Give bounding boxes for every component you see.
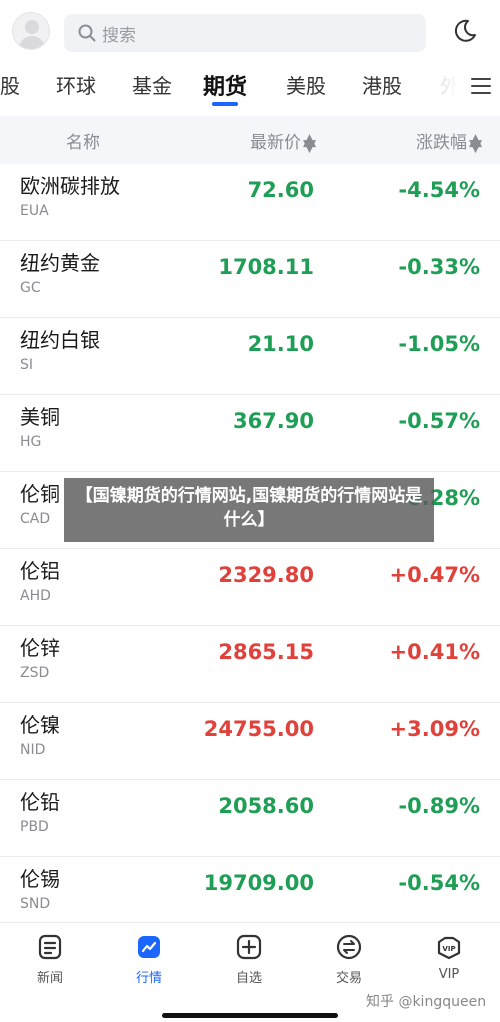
quote-change: -1.05% xyxy=(398,332,480,356)
bottom-nav: 新闻 行情 自选 交易 VIP VIP 知乎 @kingqueen xyxy=(0,922,500,1022)
quote-price: 2058.60 xyxy=(218,794,314,818)
quote-name: 伦铜 xyxy=(20,482,60,506)
tab-futures[interactable]: 期货 xyxy=(203,69,247,101)
search-placeholder: 搜索 xyxy=(102,25,136,46)
quote-price: 24755.00 xyxy=(203,717,314,741)
quote-row[interactable]: 纽约白银 SI 21.10 -1.05% xyxy=(0,318,500,395)
quote-change: +0.47% xyxy=(389,563,480,587)
quote-change: +3.09% xyxy=(389,717,480,741)
quote-price: 2865.15 xyxy=(218,640,314,664)
tab-fade xyxy=(418,64,470,108)
quote-name: 纽约白银 xyxy=(20,328,100,352)
quote-name: 伦铅 xyxy=(20,790,60,814)
column-header: 名称 最新价 ▲ ▼ 涨跌幅 ▲ ▼ xyxy=(0,116,500,164)
quote-change: -0.33% xyxy=(398,255,480,279)
watermark-credit: 知乎 @kingqueen xyxy=(366,994,487,1010)
avatar[interactable] xyxy=(12,12,50,50)
nav-market-label: 行情 xyxy=(135,971,162,986)
quote-code: ZSD xyxy=(20,665,50,681)
column-change-header[interactable]: 涨跌幅 ▲ ▼ xyxy=(416,128,483,156)
search-input[interactable]: 搜索 xyxy=(64,14,426,52)
trade-icon xyxy=(336,934,362,960)
moon-icon[interactable] xyxy=(452,18,478,44)
quote-code: SI xyxy=(20,357,34,373)
search-icon xyxy=(78,24,96,42)
quote-code: NID xyxy=(20,742,46,758)
quote-price: 367.90 xyxy=(232,409,314,433)
add-watchlist-icon xyxy=(236,934,262,960)
market-chart-icon xyxy=(138,936,160,958)
tab-hk-stocks[interactable]: 港股 xyxy=(362,70,402,99)
quote-price: 1708.11 xyxy=(218,255,314,279)
sort-icon: ▲ ▼ xyxy=(303,130,317,156)
quote-name: 欧洲碳排放 xyxy=(20,174,120,198)
nav-news[interactable]: 新闻 xyxy=(20,933,80,986)
vip-icon: VIP xyxy=(437,936,461,960)
quote-code: CAD xyxy=(20,511,51,527)
svg-text:VIP: VIP xyxy=(442,945,455,953)
quote-price: 72.60 xyxy=(247,178,314,202)
quote-name: 伦锡 xyxy=(20,867,60,891)
nav-vip[interactable]: VIP VIP xyxy=(419,933,479,982)
menu-icon[interactable] xyxy=(470,76,492,96)
quote-code: AHD xyxy=(20,588,51,604)
quote-code: EUA xyxy=(20,203,49,219)
tab-global[interactable]: 环球 xyxy=(56,70,96,99)
sort-icon: ▲ ▼ xyxy=(469,130,483,156)
nav-market[interactable]: 行情 xyxy=(119,933,179,986)
column-change-label: 涨跌幅 xyxy=(416,133,467,153)
quote-row[interactable]: 伦铝 AHD 2329.80 +0.47% xyxy=(0,549,500,626)
quote-name: 伦铝 xyxy=(20,559,60,583)
article-title-overlay: 【国镍期货的行情网站,国镍期货的行情网站是什么】 xyxy=(64,478,434,542)
quote-row[interactable]: 欧洲碳排放 EUA 72.60 -4.54% xyxy=(0,164,500,241)
column-name-header: 名称 xyxy=(66,133,100,153)
quote-row[interactable]: 伦锌 ZSD 2865.15 +0.41% xyxy=(0,626,500,703)
tab-stocks[interactable]: 股 xyxy=(0,70,20,99)
quote-name: 伦锌 xyxy=(20,636,60,660)
category-tabs: 股 环球 基金 期货 美股 港股 外 xyxy=(0,64,500,108)
avatar-head xyxy=(25,20,39,34)
nav-watchlist-label: 自选 xyxy=(235,971,262,986)
quote-code: SND xyxy=(20,896,51,912)
quote-price: 21.10 xyxy=(247,332,314,356)
quote-change: -0.89% xyxy=(398,794,480,818)
quote-name: 纽约黄金 xyxy=(20,251,100,275)
quote-row[interactable]: 美铜 HG 367.90 -0.57% xyxy=(0,395,500,472)
nav-trade[interactable]: 交易 xyxy=(319,933,379,986)
quote-row[interactable]: 伦铅 PBD 2058.60 -0.89% xyxy=(0,780,500,857)
avatar-body xyxy=(19,36,45,49)
news-icon xyxy=(38,934,62,960)
quote-row[interactable]: 伦镍 NID 24755.00 +3.09% xyxy=(0,703,500,780)
home-indicator[interactable] xyxy=(162,1013,338,1018)
quote-code: GC xyxy=(20,280,41,296)
quote-change: -0.57% xyxy=(398,409,480,433)
nav-vip-label: VIP xyxy=(438,967,460,982)
active-tab-indicator xyxy=(212,102,238,106)
nav-watchlist[interactable]: 自选 xyxy=(219,933,279,986)
tab-us-stocks[interactable]: 美股 xyxy=(286,70,326,99)
column-price-header[interactable]: 最新价 ▲ ▼ xyxy=(250,128,317,156)
tab-funds[interactable]: 基金 xyxy=(132,70,172,99)
quote-price: 2329.80 xyxy=(218,563,314,587)
quote-price: 19709.00 xyxy=(203,871,314,895)
quote-code: HG xyxy=(20,434,42,450)
nav-news-label: 新闻 xyxy=(36,971,63,986)
quote-change: -4.54% xyxy=(398,178,480,202)
quote-name: 伦镍 xyxy=(20,713,60,737)
quote-change: +0.41% xyxy=(389,640,480,664)
top-bar: 搜索 xyxy=(0,0,500,64)
quote-change: -0.54% xyxy=(398,871,480,895)
quote-code: PBD xyxy=(20,819,49,835)
quote-name: 美铜 xyxy=(20,405,60,429)
quote-row[interactable]: 纽约黄金 GC 1708.11 -0.33% xyxy=(0,241,500,318)
column-price-label: 最新价 xyxy=(250,133,301,153)
nav-trade-label: 交易 xyxy=(335,971,362,986)
